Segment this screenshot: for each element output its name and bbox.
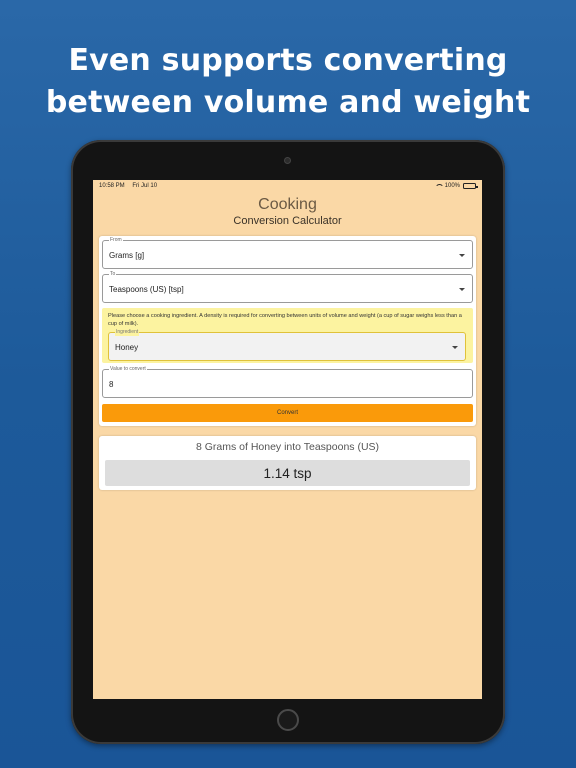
camera-icon	[284, 157, 291, 164]
value-text: 8	[109, 380, 114, 389]
ingredient-section: Please choose a cooking ingredient. A de…	[102, 308, 473, 363]
to-value: Teaspoons (US) [tsp]	[109, 285, 184, 294]
status-date: Fri Jul 10	[132, 183, 158, 189]
ingredient-note: Please choose a cooking ingredient. A de…	[108, 313, 462, 327]
app-subtitle: Conversion Calculator	[233, 215, 342, 227]
headline-line-1: Even supports converting	[68, 43, 508, 78]
conversion-form: From Grams [g] To Teaspoons (US) [tsp] P…	[99, 236, 476, 426]
result-heading: 8 Grams of Honey into Teaspoons (US)	[195, 441, 380, 453]
convert-button[interactable]: Convert	[102, 404, 473, 422]
status-bar: 10:58 PM Fri Jul 10 100%	[93, 180, 482, 192]
from-label: From	[109, 237, 123, 244]
from-unit-select[interactable]: From Grams [g]	[102, 237, 473, 269]
ingredient-label: Ingredient	[115, 329, 140, 336]
value-label: Value to convert	[109, 366, 147, 373]
app-screen: 10:58 PM Fri Jul 10 100% Cooking Convers…	[93, 180, 482, 699]
chevron-down-icon	[459, 254, 465, 257]
home-button[interactable]	[277, 709, 299, 731]
marketing-headline: Even supports converting between volume …	[0, 40, 576, 124]
ingredient-select[interactable]: Ingredient Honey	[108, 329, 466, 361]
battery-percent: 100%	[444, 183, 460, 189]
to-label: To	[109, 271, 117, 278]
ingredient-value: Honey	[115, 343, 139, 352]
headline-line-2: between volume and weight	[45, 85, 531, 120]
tablet-device: 10:58 PM Fri Jul 10 100% Cooking Convers…	[71, 140, 505, 744]
status-time: 10:58 PM	[99, 183, 125, 189]
battery-icon	[463, 183, 478, 189]
result-value: 1.14 tsp	[105, 460, 470, 486]
result-card: 8 Grams of Honey into Teaspoons (US) 1.1…	[99, 436, 476, 490]
value-input[interactable]: Value to convert 8	[102, 366, 473, 398]
from-value: Grams [g]	[109, 251, 145, 260]
chevron-down-icon	[452, 346, 458, 349]
chevron-down-icon	[459, 288, 465, 291]
app-title: Cooking	[258, 196, 317, 213]
to-unit-select[interactable]: To Teaspoons (US) [tsp]	[102, 271, 473, 303]
wifi-icon	[434, 183, 444, 189]
